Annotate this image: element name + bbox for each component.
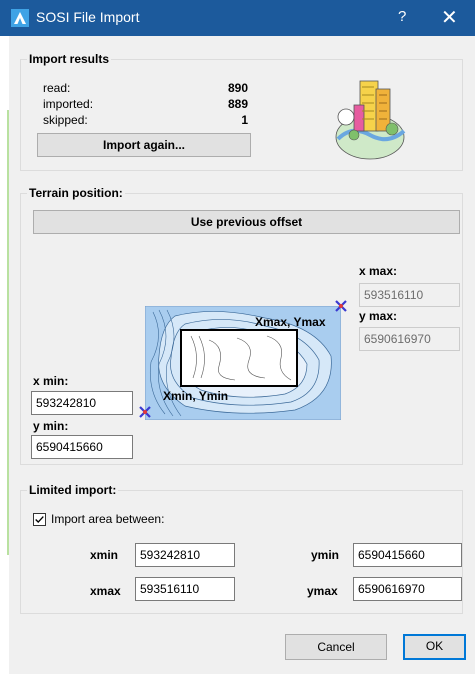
ok-button[interactable]: OK [403, 634, 466, 660]
limited-ymax-field[interactable]: 6590616970 [353, 577, 462, 601]
limited-xmin-label: xmin [90, 548, 119, 562]
limited-xmax-label: xmax [90, 584, 121, 598]
terrain-map: Xmax, Ymax Xmin, Ymin [145, 306, 341, 420]
help-icon[interactable]: ? [398, 8, 406, 25]
window-title: SOSI File Import [36, 9, 140, 25]
read-label: read: [43, 81, 71, 95]
limited-xmax-field[interactable]: 593516110 [135, 577, 235, 601]
limited-xmin-field[interactable]: 593242810 [135, 543, 235, 567]
xmax-field[interactable]: 593516110 [359, 283, 460, 307]
terrain-position-legend: Terrain position: [27, 186, 125, 200]
title-bar: SOSI File Import ? ✕ [0, 0, 475, 36]
map-max-label: Xmax, Ymax [255, 315, 326, 329]
limited-import-legend: Limited import: [27, 483, 119, 497]
skipped-value: 1 [241, 113, 248, 127]
app-logo-icon [11, 9, 29, 27]
imported-label: imported: [43, 97, 94, 111]
imported-value: 889 [227, 97, 248, 111]
import-area-label[interactable]: Import area between: [51, 512, 164, 526]
city-illustration-icon [335, 80, 406, 160]
close-icon[interactable]: ✕ [441, 5, 458, 30]
xmax-label: x max: [359, 264, 398, 278]
map-min-label: Xmin, Ymin [163, 389, 228, 403]
import-area-checkbox[interactable] [33, 513, 46, 526]
limited-ymax-label: ymax [307, 584, 338, 598]
ymin-field[interactable]: 6590415660 [31, 435, 133, 459]
use-previous-offset-button[interactable]: Use previous offset [33, 210, 460, 234]
ymax-field[interactable]: 6590616970 [359, 327, 460, 351]
xmin-field[interactable]: 593242810 [31, 391, 133, 415]
import-results-legend: Import results [27, 52, 112, 66]
corner-marker-icon [139, 406, 151, 418]
ymin-label: y min: [33, 419, 69, 433]
limited-ymin-field[interactable]: 6590415660 [353, 543, 462, 567]
limited-ymin-label: ymin [311, 548, 340, 562]
skipped-label: skipped: [43, 113, 88, 127]
left-accent-line [7, 110, 9, 555]
cancel-button[interactable]: Cancel [285, 634, 387, 660]
corner-marker-icon [335, 300, 347, 312]
ymax-label: y max: [359, 309, 398, 323]
xmin-label: x min: [33, 374, 69, 388]
import-again-button[interactable]: Import again... [37, 133, 251, 157]
read-value: 890 [227, 81, 248, 95]
checkmark-icon [35, 516, 44, 524]
